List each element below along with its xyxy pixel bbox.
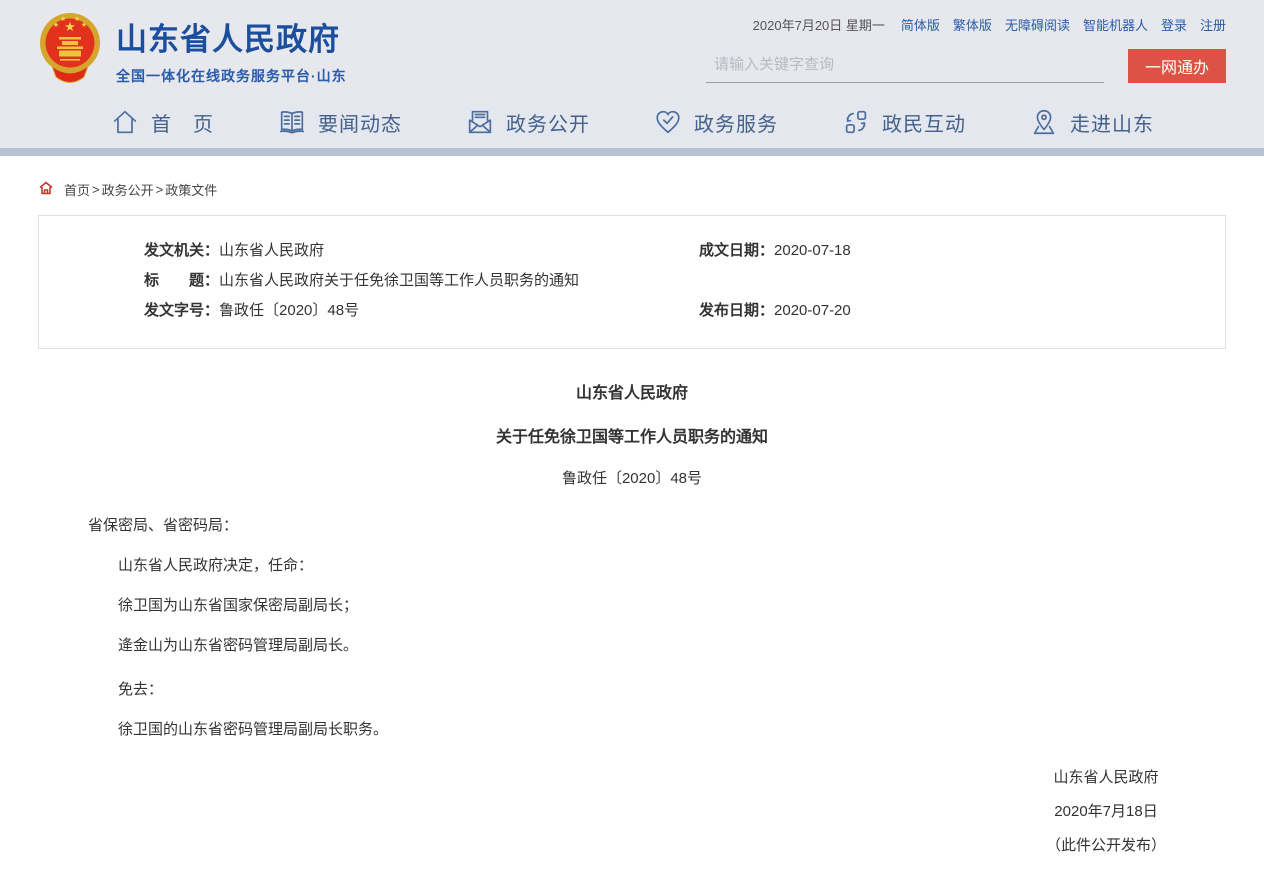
document-title-line2: 关于任免徐卫国等工作人员职务的通知 [38,423,1226,447]
link-simplified-chinese[interactable]: 简体版 [901,15,940,34]
document-meta-box: 发文机关：山东省人民政府 标 题：山东省人民政府关于任免徐卫国等工作人员职务的通… [38,215,1226,349]
link-login[interactable]: 登录 [1161,15,1187,34]
paragraph: 免去： [88,678,1226,699]
site-header: ★ ★ ★ ★ ★ 山东省人民政府 全国一体化在线政务服务平台·山东 2020年… [0,0,1264,96]
svg-text:★: ★ [74,15,80,23]
nav-item-home[interactable]: 首 页 [110,107,214,137]
svg-text:★: ★ [60,15,66,23]
paragraph: 徐卫国为山东省国家保密局副局长； [88,594,1226,615]
breadcrumb-home-icon[interactable] [38,180,54,199]
paragraph: 山东省人民政府决定，任命： [88,554,1226,575]
header-utilities: 2020年7月20日 星期一 简体版 繁体版 无障碍阅读 智能机器人 登录 注册… [706,0,1226,96]
signature-agency: 山东省人民政府 [986,761,1226,795]
nav-label: 政民互动 [882,108,966,137]
nav-item-public-interaction[interactable]: 政民互动 [841,107,966,137]
one-net-service-button[interactable]: 一网通办 [1128,49,1226,83]
nav-label: 走进山东 [1070,108,1154,137]
nav-item-news[interactable]: 要闻动态 [277,107,402,137]
nav-item-gov-services[interactable]: 政务服务 [653,107,778,137]
nav-label: 政务公开 [506,108,590,137]
document-title-line1: 山东省人民政府 [38,379,1226,403]
link-smart-robot[interactable]: 智能机器人 [1083,15,1148,34]
link-accessibility[interactable]: 无障碍阅读 [1005,15,1070,34]
meta-written-date: 成文日期：2020-07-18 [632,236,1225,266]
main-nav: 首 页 要闻动态 政务公开 政务服务 政民互动 [0,96,1264,148]
national-emblem-logo: ★ ★ ★ ★ ★ [38,10,102,90]
search-input[interactable] [706,49,1104,83]
exchange-icon [841,107,871,137]
meta-spacer [632,266,1225,296]
meta-doc-number: 发文字号：鲁政任〔2020〕48号 [39,296,632,326]
search-bar: 一网通办 [706,49,1226,83]
home-icon [110,107,140,137]
top-links-row: 2020年7月20日 星期一 简体版 繁体版 无障碍阅读 智能机器人 登录 注册 [706,15,1226,34]
book-icon [277,107,307,137]
svg-text:★: ★ [53,21,59,29]
nav-label: 政务服务 [694,108,778,137]
nav-item-gov-disclosure[interactable]: 政务公开 [465,107,590,137]
nav-divider-strip [0,148,1264,156]
breadcrumb-item-gov-disclosure[interactable]: 政务公开 [102,180,154,199]
document-body: 山东省人民政府 关于任免徐卫国等工作人员职务的通知 鲁政任〔2020〕48号 省… [38,379,1226,893]
site-subtitle: 全国一体化在线政务服务平台·山东 [116,66,347,86]
meta-title: 标 题：山东省人民政府关于任免徐卫国等工作人员职务的通知 [39,266,632,296]
link-register[interactable]: 注册 [1200,15,1226,34]
breadcrumb-separator: > [92,182,100,197]
map-pin-icon [1029,107,1059,137]
envelope-doc-icon [465,107,495,137]
paragraph: 逄金山为山东省密码管理局副局长。 [88,634,1226,655]
signature-public-note: （此件公开发布） [986,829,1226,863]
breadcrumb-separator: > [156,182,164,197]
meta-publish-date: 发布日期：2020-07-20 [632,296,1225,326]
signature-date: 2020年7月18日 [986,795,1226,829]
nav-label: 首 页 [151,108,214,137]
paragraph: 徐卫国的山东省密码管理局副局长职务。 [88,718,1226,739]
document-number: 鲁政任〔2020〕48号 [38,467,1226,488]
heart-icon [653,107,683,137]
meta-issuing-agency: 发文机关：山东省人民政府 [39,236,632,266]
breadcrumb-item-policy-files[interactable]: 政策文件 [165,180,217,199]
svg-text:★: ★ [81,21,87,29]
breadcrumb-item-home[interactable]: 首页 [64,180,90,199]
signature-block: 山东省人民政府 2020年7月18日 （此件公开发布） [986,761,1226,863]
link-traditional-chinese[interactable]: 繁体版 [953,15,992,34]
current-date: 2020年7月20日 星期一 [753,15,885,34]
site-title: 山东省人民政府 [116,14,347,59]
breadcrumb: 首页 > 政务公开 > 政策文件 [38,180,1226,199]
nav-label: 要闻动态 [318,108,402,137]
salutation: 省保密局、省密码局： [88,514,1226,535]
site-branding: ★ ★ ★ ★ ★ 山东省人民政府 全国一体化在线政务服务平台·山东 [38,0,347,96]
nav-item-about-shandong[interactable]: 走进山东 [1029,107,1154,137]
